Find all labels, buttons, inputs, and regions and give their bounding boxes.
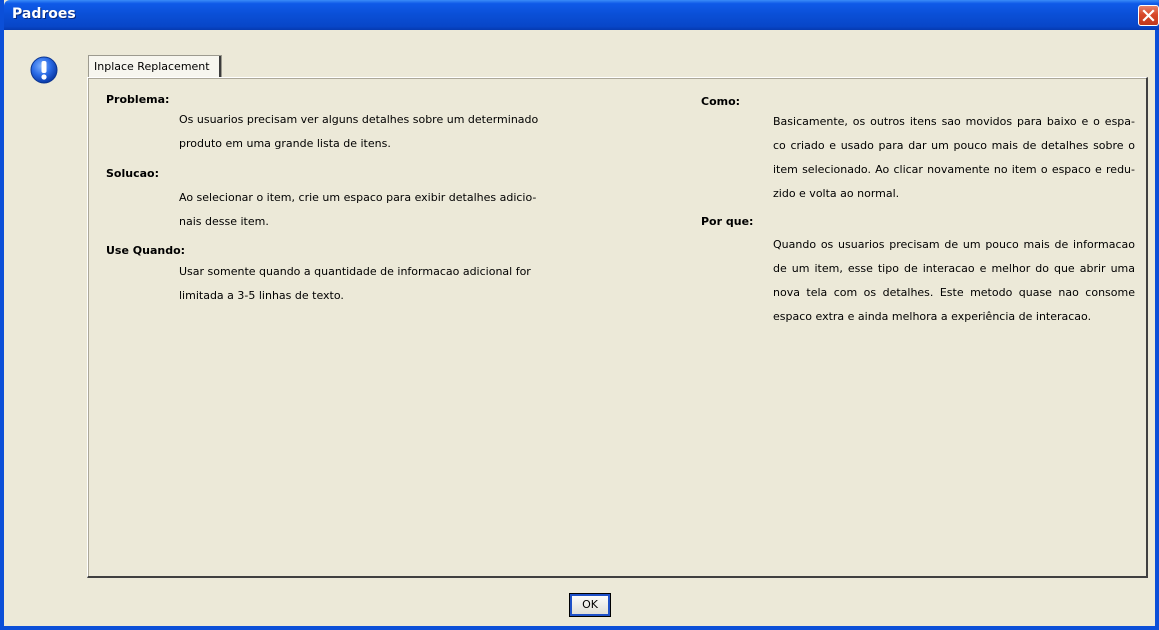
text-line: Os usuarios precisam ver alguns detalhes… bbox=[179, 113, 539, 126]
text-line: nova tela com os detalhes. Este metodo q… bbox=[773, 286, 1135, 299]
text-line: espaco extra e ainda melhora a experiênc… bbox=[773, 310, 1092, 323]
text-use-quando: Usar somente quando a quantidade de info… bbox=[179, 260, 531, 308]
tab-inplace-replacement[interactable]: Inplace Replacement bbox=[88, 55, 222, 79]
ok-button[interactable]: OK bbox=[569, 593, 611, 617]
text-line: co criado e usado para dar um pouco mais… bbox=[773, 139, 1135, 152]
text-line: zido e volta ao normal. bbox=[773, 187, 900, 200]
text-como: Basicamente, os outros itens sao movidos… bbox=[773, 110, 1135, 206]
heading-como: Como: bbox=[701, 95, 741, 108]
text-solucao: Ao selecionar o item, crie um espaco par… bbox=[179, 186, 536, 234]
text-line: Ao selecionar o item, crie um espaco par… bbox=[179, 191, 537, 204]
window-title: Padroes bbox=[12, 6, 76, 22]
text-line: nais desse item. bbox=[179, 215, 269, 228]
heading-problema: Problema: bbox=[106, 93, 170, 106]
close-button[interactable] bbox=[1138, 5, 1159, 26]
text-line: Quando os usuarios precisam de um pouco … bbox=[773, 238, 1135, 251]
text-line: Basicamente, os outros itens sao movidos… bbox=[773, 115, 1135, 128]
heading-solucao: Solucao: bbox=[106, 167, 159, 180]
heading-use-quando: Use Quando: bbox=[106, 244, 186, 257]
dialog-window: Padroes Inplace Replacement Problema: Os… bbox=[0, 0, 1159, 630]
text-line: de um item, esse tipo de interacao e mel… bbox=[773, 262, 1135, 275]
heading-por-que: Por que: bbox=[701, 215, 754, 228]
text-por-que: Quando os usuarios precisam de um pouco … bbox=[773, 233, 1135, 329]
tab-label: Inplace Replacement bbox=[94, 60, 210, 73]
close-icon bbox=[1142, 9, 1155, 22]
text-problema: Os usuarios precisam ver alguns detalhes… bbox=[179, 108, 538, 156]
info-exclamation-icon bbox=[30, 56, 58, 84]
text-line: produto em uma grande lista de itens. bbox=[179, 137, 391, 150]
text-line: item selecionado. Ao clicar novamente no… bbox=[773, 163, 1135, 176]
text-line: Usar somente quando a quantidade de info… bbox=[179, 265, 531, 278]
text-line: limitada a 3-5 linhas de texto. bbox=[179, 289, 344, 302]
title-bar[interactable]: Padroes bbox=[4, 0, 1159, 30]
